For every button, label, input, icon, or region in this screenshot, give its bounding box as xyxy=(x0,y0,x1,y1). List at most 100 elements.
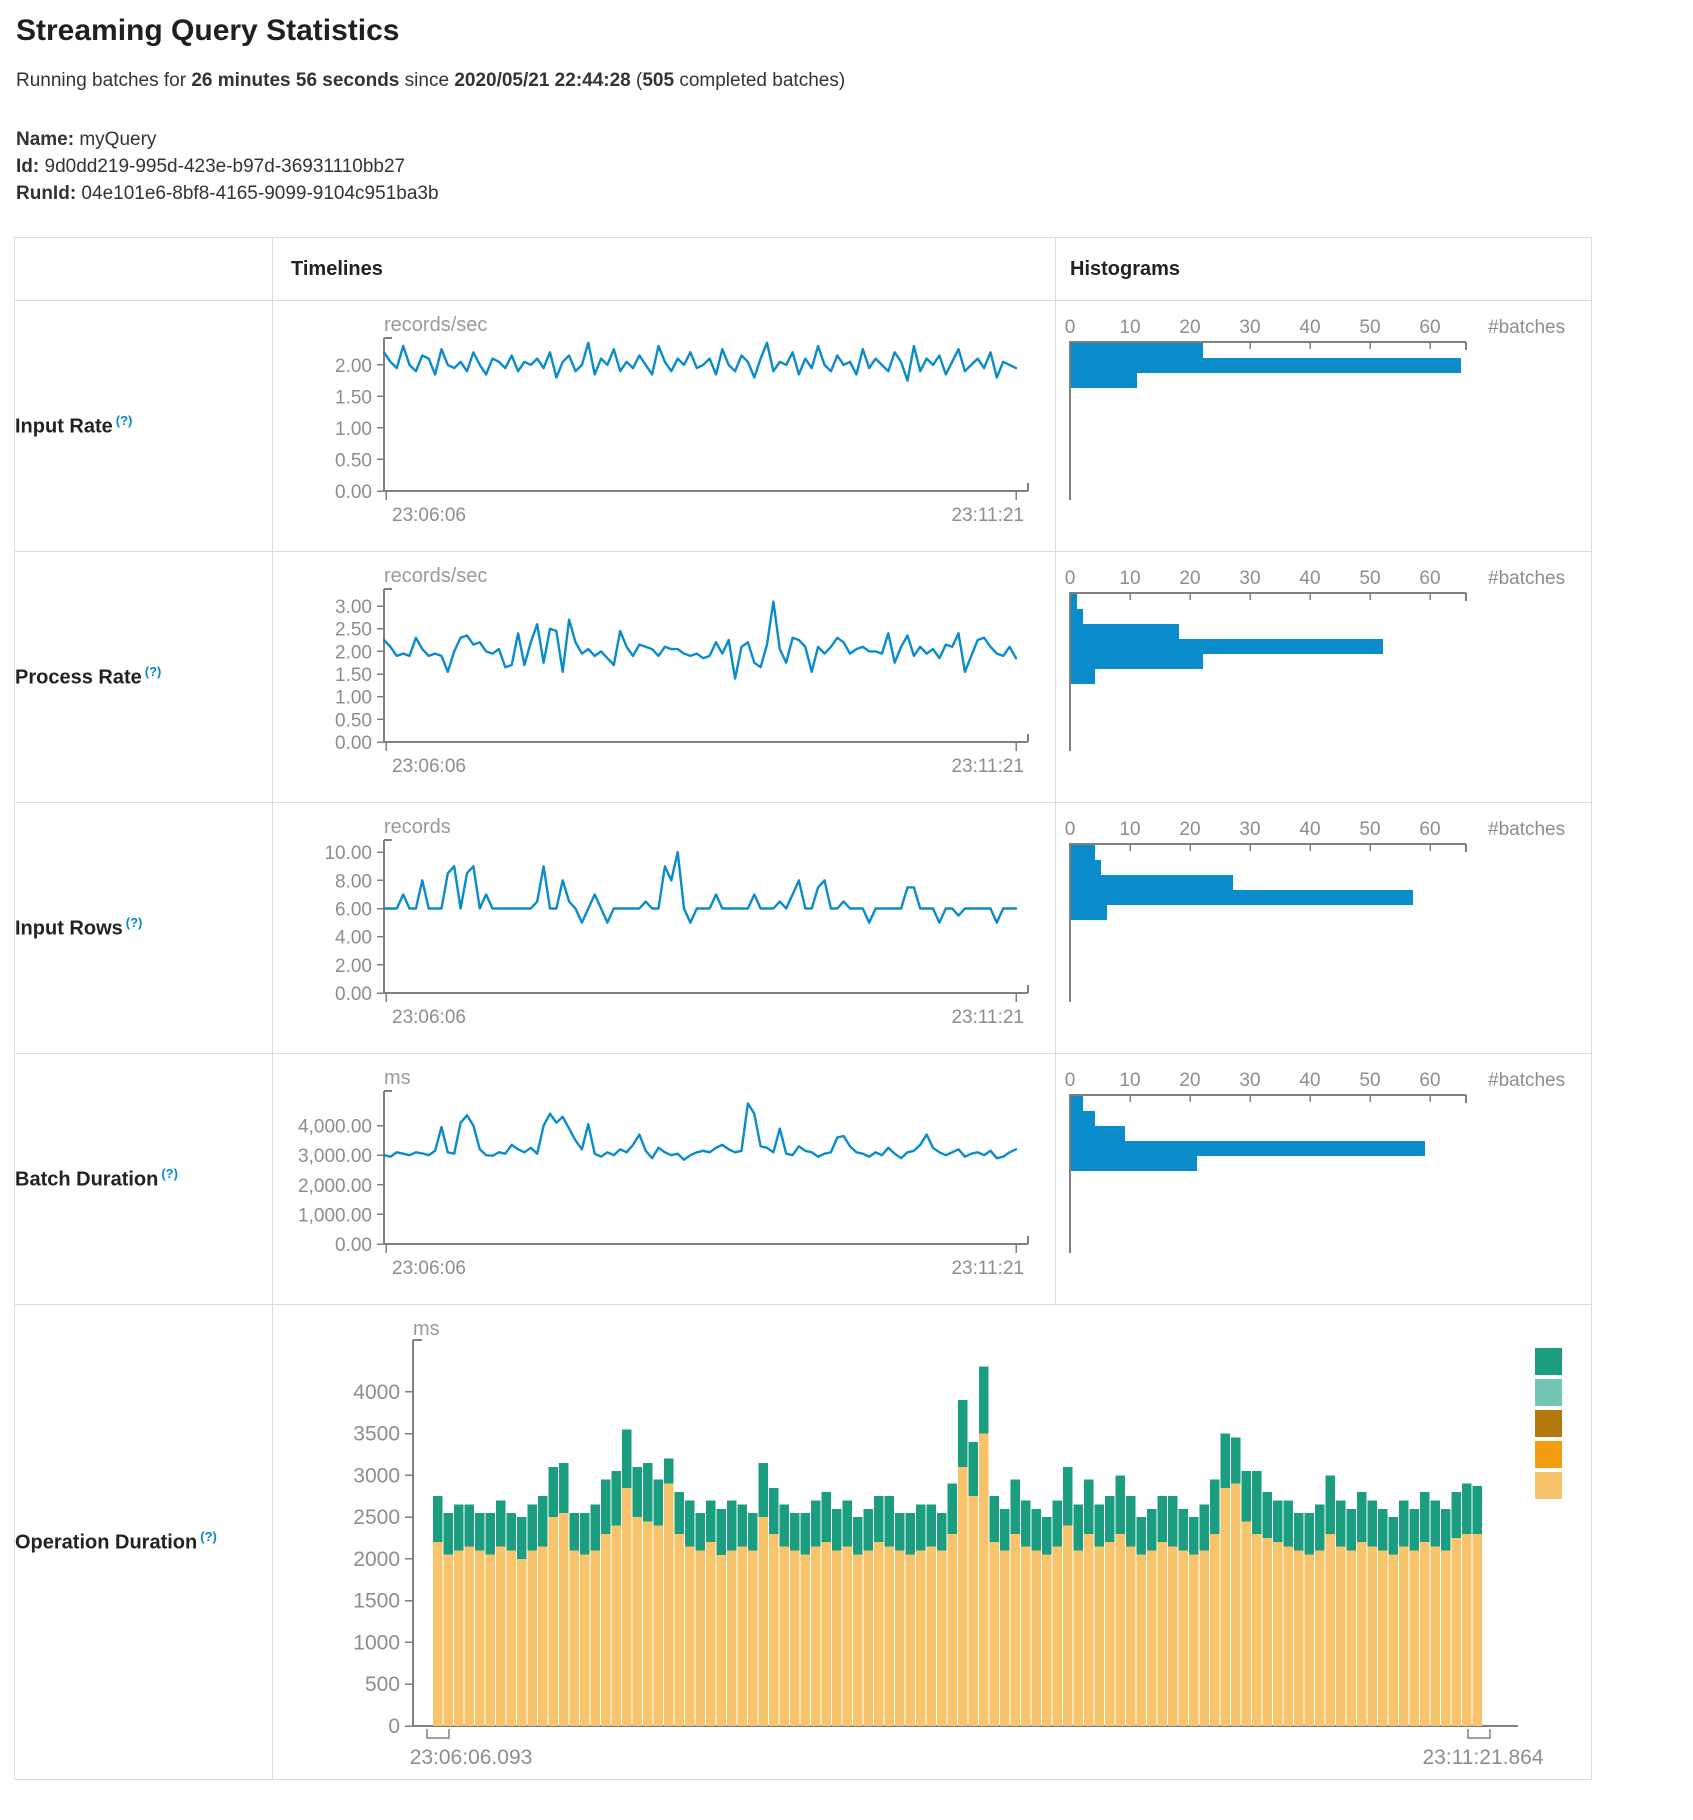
svg-text:1.00: 1.00 xyxy=(335,419,372,440)
query-runid-value: 04e101e6-8bf8-4165-9099-9104c951ba3b xyxy=(76,183,438,204)
svg-text:0.00: 0.00 xyxy=(335,1235,372,1256)
svg-text:3000: 3000 xyxy=(353,1464,400,1487)
svg-text:3500: 3500 xyxy=(353,1423,400,1446)
timeline-cell-input-rows: records0.002.004.006.008.0010.0023:06:06… xyxy=(273,803,1056,1054)
svg-text:23:06:06: 23:06:06 xyxy=(392,1007,466,1028)
svg-text:60: 60 xyxy=(1419,1070,1440,1091)
histogram-cell-input-rows: 0102030405060#batches xyxy=(1056,803,1592,1054)
query-name-value: myQuery xyxy=(74,129,156,150)
input-rows-histogram-chart: 0102030405060#batches xyxy=(1056,803,1592,1053)
query-name-line: Name: myQuery xyxy=(16,126,1693,153)
completed-batches-count: 505 xyxy=(642,70,674,91)
metric-label-text: Process Rate xyxy=(15,667,142,689)
svg-text:3,000.00: 3,000.00 xyxy=(298,1146,372,1167)
running-duration: 26 minutes 56 seconds xyxy=(191,70,399,91)
svg-text:8.00: 8.00 xyxy=(335,871,372,892)
metric-label-input-rate: Input Rate(?) xyxy=(15,301,273,552)
metric-label-batch-duration: Batch Duration(?) xyxy=(15,1054,273,1305)
streaming-query-statistics-page: Streaming Query Statistics Running batch… xyxy=(0,14,1693,1780)
svg-text:50: 50 xyxy=(1359,317,1380,338)
table-row-input-rows: Input Rows(?) records0.002.004.006.008.0… xyxy=(15,803,1592,1054)
svg-text:10: 10 xyxy=(1119,1070,1140,1091)
svg-text:1.00: 1.00 xyxy=(335,688,372,709)
svg-text:#batches: #batches xyxy=(1488,1070,1565,1091)
batch-duration-histogram-chart: 0102030405060#batches xyxy=(1056,1054,1592,1304)
svg-text:3.00: 3.00 xyxy=(335,597,372,618)
svg-text:20: 20 xyxy=(1179,568,1200,589)
svg-text:2000: 2000 xyxy=(353,1548,400,1571)
header-histograms-label: Histograms xyxy=(1056,258,1591,281)
svg-text:50: 50 xyxy=(1359,1070,1380,1091)
svg-text:50: 50 xyxy=(1359,819,1380,840)
metric-label-process-rate: Process Rate(?) xyxy=(15,552,273,803)
svg-text:records/sec: records/sec xyxy=(384,565,487,587)
svg-text:20: 20 xyxy=(1179,819,1200,840)
svg-text:0: 0 xyxy=(1065,568,1076,589)
header-histograms: Histograms xyxy=(1056,238,1592,301)
query-runid-label: RunId: xyxy=(16,183,76,204)
legend-swatch xyxy=(1535,1348,1562,1375)
svg-text:23:06:06: 23:06:06 xyxy=(392,505,466,526)
svg-text:0.50: 0.50 xyxy=(335,450,372,471)
svg-text:2,000.00: 2,000.00 xyxy=(298,1176,372,1197)
svg-text:40: 40 xyxy=(1299,568,1320,589)
input-rate-timeline-chart: records/sec0.000.501.001.502.0023:06:062… xyxy=(273,301,1056,551)
svg-text:23:11:21: 23:11:21 xyxy=(951,756,1024,777)
legend-swatch xyxy=(1535,1410,1562,1437)
metric-label-text: Batch Duration xyxy=(15,1169,158,1191)
metric-label-text: Input Rows xyxy=(15,918,123,940)
svg-text:30: 30 xyxy=(1239,568,1260,589)
help-link[interactable]: (?) xyxy=(116,413,133,428)
help-link[interactable]: (?) xyxy=(126,915,143,930)
svg-text:1.50: 1.50 xyxy=(335,665,372,686)
svg-text:50: 50 xyxy=(1359,568,1380,589)
svg-text:0: 0 xyxy=(1065,1070,1076,1091)
svg-text:23:11:21: 23:11:21 xyxy=(951,505,1024,526)
svg-text:23:11:21.864: 23:11:21.864 xyxy=(1422,1746,1543,1769)
table-row-operation-duration: Operation Duration(?) ms0500100015002000… xyxy=(15,1305,1592,1780)
metric-label-operation-duration: Operation Duration(?) xyxy=(15,1305,273,1780)
query-runid-line: RunId: 04e101e6-8bf8-4165-9099-9104c951b… xyxy=(16,180,1693,207)
svg-text:0: 0 xyxy=(388,1715,400,1738)
histogram-cell-input-rate: 0102030405060#batches xyxy=(1056,301,1592,552)
svg-text:30: 30 xyxy=(1239,317,1260,338)
svg-text:4.00: 4.00 xyxy=(335,928,372,949)
svg-text:records: records xyxy=(384,816,451,838)
operation-duration-cell: ms0500100015002000250030003500400023:06:… xyxy=(273,1305,1592,1780)
query-id-line: Id: 9d0dd219-995d-423e-b97d-36931110bb27 xyxy=(16,153,1693,180)
timeline-cell-process-rate: records/sec0.000.501.001.502.002.503.002… xyxy=(273,552,1056,803)
svg-text:0.00: 0.00 xyxy=(335,482,372,503)
timeline-cell-input-rate: records/sec0.000.501.001.502.0023:06:062… xyxy=(273,301,1056,552)
summary-suffix: completed batches) xyxy=(674,70,845,91)
help-link[interactable]: (?) xyxy=(161,1166,178,1181)
svg-text:records/sec: records/sec xyxy=(384,314,487,336)
svg-text:60: 60 xyxy=(1419,317,1440,338)
svg-text:ms: ms xyxy=(413,1318,440,1340)
svg-text:4,000.00: 4,000.00 xyxy=(298,1117,372,1138)
svg-text:4000: 4000 xyxy=(353,1381,400,1404)
svg-text:0: 0 xyxy=(1065,317,1076,338)
svg-text:23:06:06.093: 23:06:06.093 xyxy=(410,1746,533,1769)
svg-text:10.00: 10.00 xyxy=(324,843,372,864)
svg-text:10: 10 xyxy=(1119,317,1140,338)
svg-text:2.00: 2.00 xyxy=(335,356,372,377)
help-link[interactable]: (?) xyxy=(200,1529,217,1544)
table-row-batch-duration: Batch Duration(?) ms0.001,000.002,000.00… xyxy=(15,1054,1592,1305)
svg-text:30: 30 xyxy=(1239,1070,1260,1091)
svg-text:2.50: 2.50 xyxy=(335,620,372,641)
batch-duration-timeline-chart: ms0.001,000.002,000.003,000.004,000.0023… xyxy=(273,1054,1056,1304)
table-row-process-rate: Process Rate(?) records/sec0.000.501.001… xyxy=(15,552,1592,803)
svg-text:23:11:21: 23:11:21 xyxy=(951,1007,1024,1028)
svg-text:2500: 2500 xyxy=(353,1506,400,1529)
svg-text:0.50: 0.50 xyxy=(335,710,372,731)
svg-text:#batches: #batches xyxy=(1488,317,1565,338)
table-header-row: Timelines Histograms xyxy=(15,238,1592,301)
query-id-label: Id: xyxy=(16,156,39,177)
query-id-value: 9d0dd219-995d-423e-b97d-36931110bb27 xyxy=(39,156,405,177)
histogram-cell-process-rate: 0102030405060#batches xyxy=(1056,552,1592,803)
legend-swatch xyxy=(1535,1379,1562,1406)
summary-paren: ( xyxy=(631,70,643,91)
summary-mid: since xyxy=(399,70,454,91)
help-link[interactable]: (?) xyxy=(145,664,162,679)
summary-prefix: Running batches for xyxy=(16,70,191,91)
